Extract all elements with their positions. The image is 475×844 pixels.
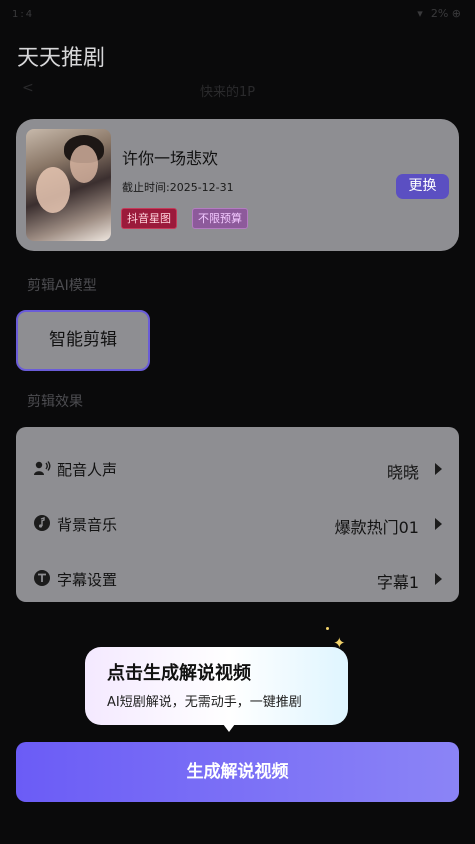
wifi-icon: ▾ <box>417 7 423 20</box>
underlying-title: 快来的1P <box>200 85 256 100</box>
model-option-smart-edit[interactable]: 智能剪辑 <box>16 310 150 371</box>
status-icons: ▾ 2% ⊕ <box>417 7 461 20</box>
music-icon <box>34 515 50 531</box>
model-section-label: 剪辑AI模型 <box>27 278 97 294</box>
tag-budget: 不限预算 <box>192 208 248 229</box>
subtitle-icon <box>34 570 50 586</box>
generate-video-button[interactable]: 生成解说视频 <box>16 742 459 802</box>
voice-icon <box>34 461 51 475</box>
tooltip-title: 点击生成解说视频 <box>107 663 251 684</box>
chevron-right-icon <box>435 518 442 530</box>
setting-value-subtitle: 字幕1 <box>376 573 419 592</box>
setting-row-music[interactable]: 背景音乐 爆款热门01 <box>16 504 459 544</box>
tooltip-tail <box>223 724 235 732</box>
status-bar: 1:4 ▾ 2% ⊕ <box>0 0 475 28</box>
drama-poster <box>26 129 111 241</box>
setting-value-music: 爆款热门01 <box>334 518 419 537</box>
setting-label-music: 背景音乐 <box>57 516 118 534</box>
chevron-right-icon <box>435 573 442 585</box>
tooltip-subtitle: AI短剧解说，无需动手，一键推剧 <box>107 695 302 710</box>
underlying-nav: < 快来的1P <box>0 80 475 100</box>
drama-card[interactable]: 许你一场悲欢 截止时间:2025-12-31 抖音星图 不限预算 更换 <box>16 119 459 251</box>
setting-label-subtitle: 字幕设置 <box>57 571 118 589</box>
drama-deadline: 截止时间:2025-12-31 <box>122 181 234 194</box>
setting-value-voice: 晓晓 <box>386 463 419 482</box>
drama-name: 许你一场悲欢 <box>122 149 219 168</box>
sparkle-dot-icon <box>326 627 329 630</box>
back-icon: < <box>22 80 34 96</box>
status-time: 1:4 <box>12 9 35 20</box>
tag-douyin: 抖音星图 <box>121 208 177 229</box>
setting-row-voice[interactable]: 配音人声 晓晓 <box>16 449 459 489</box>
effects-settings-card: 配音人声 晓晓 背景音乐 爆款热门01 字幕设置 字幕1 <box>16 427 459 602</box>
setting-row-subtitle[interactable]: 字幕设置 字幕1 <box>16 559 459 599</box>
change-drama-button[interactable]: 更换 <box>396 174 449 199</box>
effects-section-label: 剪辑效果 <box>27 394 83 410</box>
generate-tooltip: 点击生成解说视频 AI短剧解说，无需动手，一键推剧 <box>85 647 348 732</box>
chevron-right-icon <box>435 463 442 475</box>
battery-status: 2% ⊕ <box>430 7 461 20</box>
setting-label-voice: 配音人声 <box>57 461 118 479</box>
app-title: 天天推剧 <box>17 46 106 71</box>
